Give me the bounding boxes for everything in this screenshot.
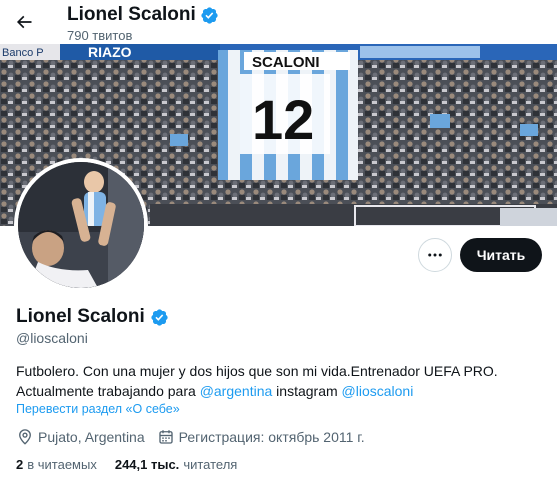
avatar[interactable] [14, 158, 148, 292]
header-text: Lionel Scaloni 790 твитов [67, 3, 219, 44]
followers-stat[interactable]: 244,1 тыс. читателя [115, 457, 238, 472]
location-pin-icon [19, 429, 31, 445]
back-button[interactable] [6, 4, 42, 40]
banner-ad-right: RIAZO [88, 44, 132, 60]
location-item: Pujato, Argentina [16, 428, 145, 446]
profile-handle: @lioscaloni [16, 330, 88, 346]
bio-link-lioscaloni[interactable]: @lioscaloni [342, 383, 414, 399]
verified-badge-icon [201, 6, 218, 24]
avatar-image [18, 162, 144, 288]
follow-button[interactable]: Читать [460, 238, 542, 272]
tweet-count: 790 твитов [67, 28, 133, 43]
profile-meta: Pujato, Argentina Регистрация: октябрь 2… [16, 428, 377, 446]
following-label: в читаемых [27, 457, 97, 472]
more-options-button[interactable] [418, 238, 452, 272]
following-count: 2 [16, 457, 24, 472]
header-name: Lionel Scaloni [67, 4, 196, 25]
location-text: Pujato, Argentina [38, 429, 145, 445]
profile-name-row: Lionel Scaloni [16, 305, 169, 329]
bio-line-2-prefix: Actualmente trabajando para [16, 383, 200, 399]
bio-line-2-mid: instagram [272, 383, 342, 399]
banner-flag-name: SCALONI [252, 54, 320, 71]
profile-stats: 2 в читаемых 244,1 тыс. читателя [16, 457, 255, 472]
following-stat[interactable]: 2 в читаемых [16, 457, 97, 472]
translate-bio-link[interactable]: Перевести раздел «О себе» [16, 402, 180, 416]
verified-badge-icon [151, 308, 168, 326]
calendar-icon [158, 430, 173, 444]
arrow-left-icon [16, 15, 32, 29]
banner-flag-number: 12 [252, 88, 314, 151]
banner-ad-left: Banco P [2, 47, 44, 59]
bio-line-1: Futbolero. Con una mujer y dos hijos que… [16, 363, 498, 379]
joined-item: Регистрация: октябрь 2011 г. [157, 428, 365, 446]
bio-line-2: Actualmente trabajando para @argentina i… [16, 381, 546, 401]
more-horizontal-icon [428, 253, 442, 257]
followers-label: читателя [183, 457, 238, 472]
profile-header: Lionel Scaloni 790 твитов [0, 0, 557, 44]
profile-bio: Futbolero. Con una mujer y dos hijos que… [16, 361, 546, 401]
joined-text: Регистрация: октябрь 2011 г. [178, 429, 365, 445]
profile-name: Lionel Scaloni [16, 306, 145, 327]
bio-link-argentina[interactable]: @argentina [200, 383, 273, 399]
followers-count: 244,1 тыс. [114, 457, 180, 472]
